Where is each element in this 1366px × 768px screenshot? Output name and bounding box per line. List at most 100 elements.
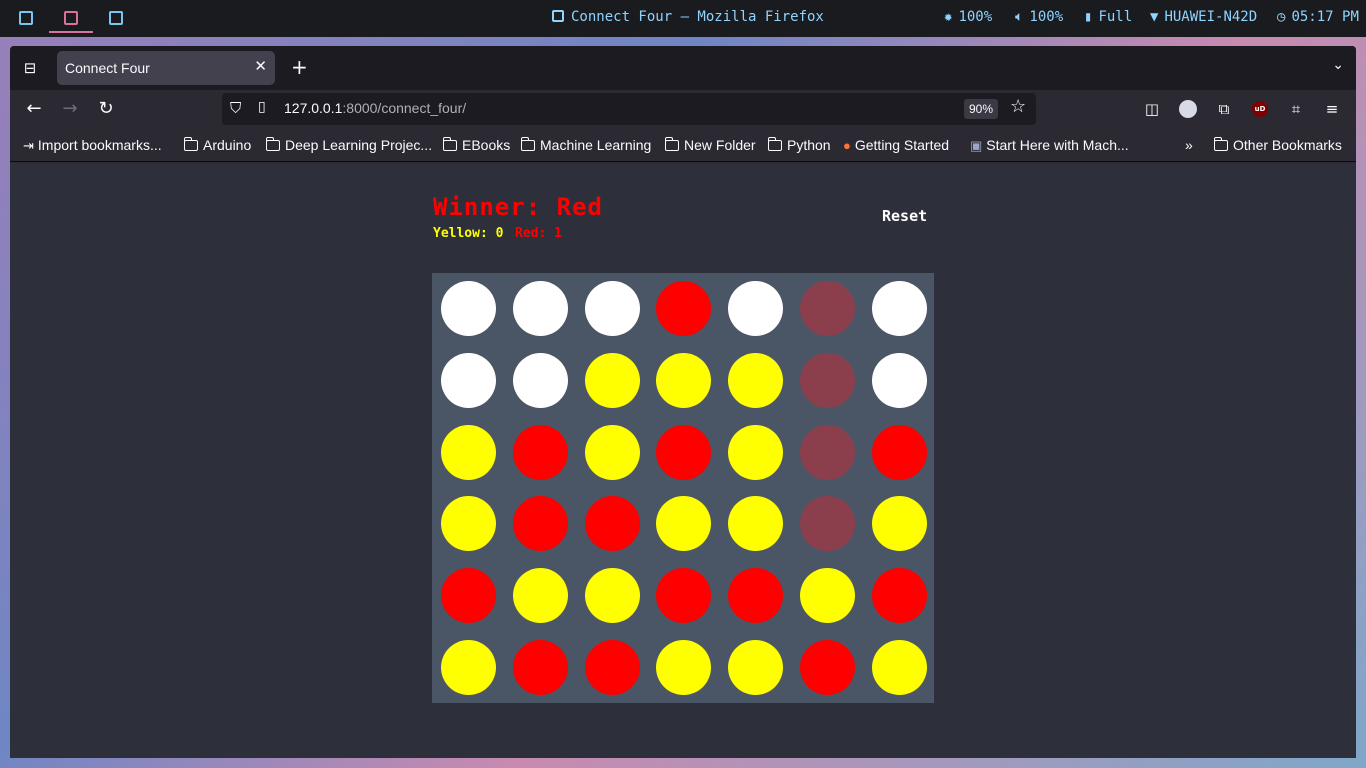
site-favicon-icon: ▣ [970, 138, 983, 153]
cell-empty-r0-c4[interactable] [728, 281, 784, 336]
folder-icon [265, 137, 280, 151]
cell-empty-r0-c2[interactable] [584, 281, 640, 336]
cell-red-r5-c5[interactable] [800, 640, 855, 695]
cell-yellow-r2-c0[interactable] [441, 424, 496, 480]
bookmarks-toolbar: ⇥ Import bookmarks... Arduino Deep Learni… [10, 128, 1356, 162]
tracking-shield-icon[interactable]: ⛉ [230, 99, 241, 117]
page-content: Winner: Red Yellow: 0 Red: 1 Reset [10, 163, 1356, 758]
battery-status[interactable]: ▮ Full [1084, 9, 1132, 25]
bookmark-getting-started[interactable]: ● Getting Started [843, 137, 949, 153]
bookmark-folder-other[interactable]: Other Bookmarks [1213, 137, 1342, 153]
list-all-tabs-icon[interactable]: ⌄ [1332, 57, 1344, 73]
cell-yellow-r3-c4[interactable] [728, 496, 784, 552]
cell-yellow-r3-c6[interactable] [871, 496, 927, 552]
workspace-1-icon[interactable] [19, 11, 33, 25]
cell-yellow-r1-c3[interactable] [656, 352, 712, 408]
wifi-status[interactable]: ▼ HUAWEI-N42D [1150, 9, 1257, 25]
page-info-icon[interactable]: ▯ [258, 99, 266, 115]
cell-red-r4-c0[interactable] [441, 568, 496, 624]
bookmark-folder-arduino[interactable]: Arduino [183, 137, 252, 153]
red-score: Red: 1 [515, 226, 562, 241]
window-title-text: Connect Four — Mozilla Firefox [571, 9, 824, 25]
ublock-origin-icon[interactable]: uD [1252, 101, 1268, 117]
hamburger-menu-icon[interactable]: ≡ [1321, 98, 1343, 120]
reset-button[interactable]: Reset [882, 207, 927, 225]
cell-yellow-r3-c3[interactable] [656, 496, 712, 552]
bookmark-folder-new-folder[interactable]: New Folder [664, 137, 756, 153]
game-board [432, 273, 934, 703]
cell-yellow-r4-c5[interactable] [800, 568, 855, 624]
cell-empty-r1-c0[interactable] [441, 352, 496, 408]
cell-red-r5-c2[interactable] [584, 640, 640, 695]
cell-yellow-r1-c4[interactable] [728, 352, 784, 408]
volume-status[interactable]: 🔈︎ 100% [1015, 9, 1063, 25]
bookmark-label: New Folder [684, 137, 756, 153]
firefox-view-icon[interactable]: ⊟ [20, 58, 40, 78]
cell-red-r5-c1[interactable] [512, 640, 568, 695]
cell-yellow-r5-c0[interactable] [441, 640, 496, 695]
firefox-logo-icon: ● [843, 138, 851, 153]
cell-winning-r0-c5[interactable] [800, 281, 855, 336]
cell-empty-r0-c1[interactable] [512, 281, 568, 336]
cell-yellow-r4-c2[interactable] [584, 568, 640, 624]
bookmark-label: Deep Learning Projec... [285, 137, 433, 153]
cell-yellow-r5-c6[interactable] [871, 640, 927, 695]
cell-yellow-r2-c2[interactable] [584, 424, 640, 480]
workspace-3-icon[interactable] [109, 11, 123, 25]
active-window-title: Connect Four — Mozilla Firefox [552, 9, 824, 25]
bookmark-label: Arduino [203, 137, 252, 153]
cell-red-r4-c3[interactable] [656, 568, 712, 624]
cell-red-r2-c3[interactable] [656, 424, 712, 480]
cell-yellow-r5-c3[interactable] [656, 640, 712, 695]
cell-winning-r1-c5[interactable] [800, 352, 855, 408]
yellow-score: Yellow: 0 [433, 226, 504, 241]
close-tab-icon[interactable]: ✕ [254, 57, 267, 75]
url-bar[interactable]: ⛉ ▯ 127.0.0.1:8000/connect_four/ 90% ☆ [222, 93, 1036, 125]
cell-red-r4-c4[interactable] [728, 568, 784, 624]
new-tab-icon[interactable]: + [291, 55, 308, 79]
cell-red-r2-c6[interactable] [871, 424, 927, 480]
bookmark-star-icon[interactable]: ☆ [1010, 96, 1026, 117]
url-text[interactable]: 127.0.0.1:8000/connect_four/ [284, 100, 466, 116]
cell-yellow-r2-c4[interactable] [728, 424, 784, 480]
cell-red-r3-c2[interactable] [584, 496, 640, 552]
cell-winning-r2-c5[interactable] [800, 424, 855, 480]
bookmark-folder-machine-learning[interactable]: Machine Learning [520, 137, 651, 153]
bookmark-folder-python[interactable]: Python [767, 137, 831, 153]
url-host: 127.0.0.1 [284, 100, 343, 116]
cell-red-r0-c3[interactable] [656, 281, 712, 336]
cell-empty-r1-c1[interactable] [512, 352, 568, 408]
cell-red-r4-c6[interactable] [871, 568, 927, 624]
pocket-icon[interactable]: ◫ [1141, 98, 1163, 120]
import-icon: ⇥ [23, 138, 34, 153]
workspace-2-icon[interactable] [64, 11, 78, 25]
firefox-window: ⊟ Connect Four ✕ + ⌄ ← → ↻ ⛉ ▯ 127.0.0.1… [10, 46, 1356, 758]
crop-screenshot-icon[interactable]: ⌗ [1285, 98, 1307, 120]
forward-arrow-icon[interactable]: → [57, 96, 83, 122]
reload-icon[interactable]: ↻ [93, 96, 119, 122]
zoom-level-badge[interactable]: 90% [964, 99, 998, 119]
bookmarks-overflow-chevron-icon[interactable]: » [1185, 137, 1193, 153]
cell-empty-r1-c6[interactable] [871, 352, 927, 408]
brightness-value: 100% [958, 9, 993, 25]
bookmark-folder-deep-learning[interactable]: Deep Learning Projec... [265, 137, 433, 153]
clock[interactable]: ◷ 05:17 PM [1277, 9, 1359, 25]
cell-winning-r3-c5[interactable] [800, 496, 855, 552]
cell-empty-r0-c6[interactable] [871, 281, 927, 336]
cell-yellow-r1-c2[interactable] [584, 352, 640, 408]
system-top-bar: Connect Four — Mozilla Firefox ✹ 100% 🔈︎ 1… [0, 0, 1366, 37]
cell-yellow-r5-c4[interactable] [728, 640, 784, 695]
cell-red-r3-c1[interactable] [512, 496, 568, 552]
back-arrow-icon[interactable]: ← [21, 96, 47, 122]
cell-yellow-r3-c0[interactable] [441, 496, 496, 552]
cell-yellow-r4-c1[interactable] [512, 568, 568, 624]
bookmark-start-here[interactable]: ▣ Start Here with Mach... [970, 137, 1129, 154]
bookmark-folder-ebooks[interactable]: EBooks [442, 137, 510, 153]
brightness-status[interactable]: ✹ 100% [944, 9, 992, 25]
tab-connect-four[interactable]: Connect Four ✕ [57, 51, 275, 85]
extensions-icon[interactable]: ⧉ [1213, 98, 1235, 120]
cell-red-r2-c1[interactable] [512, 424, 568, 480]
account-avatar[interactable] [1179, 100, 1197, 118]
bookmark-import[interactable]: ⇥ Import bookmarks... [23, 137, 162, 154]
cell-empty-r0-c0[interactable] [441, 281, 496, 336]
